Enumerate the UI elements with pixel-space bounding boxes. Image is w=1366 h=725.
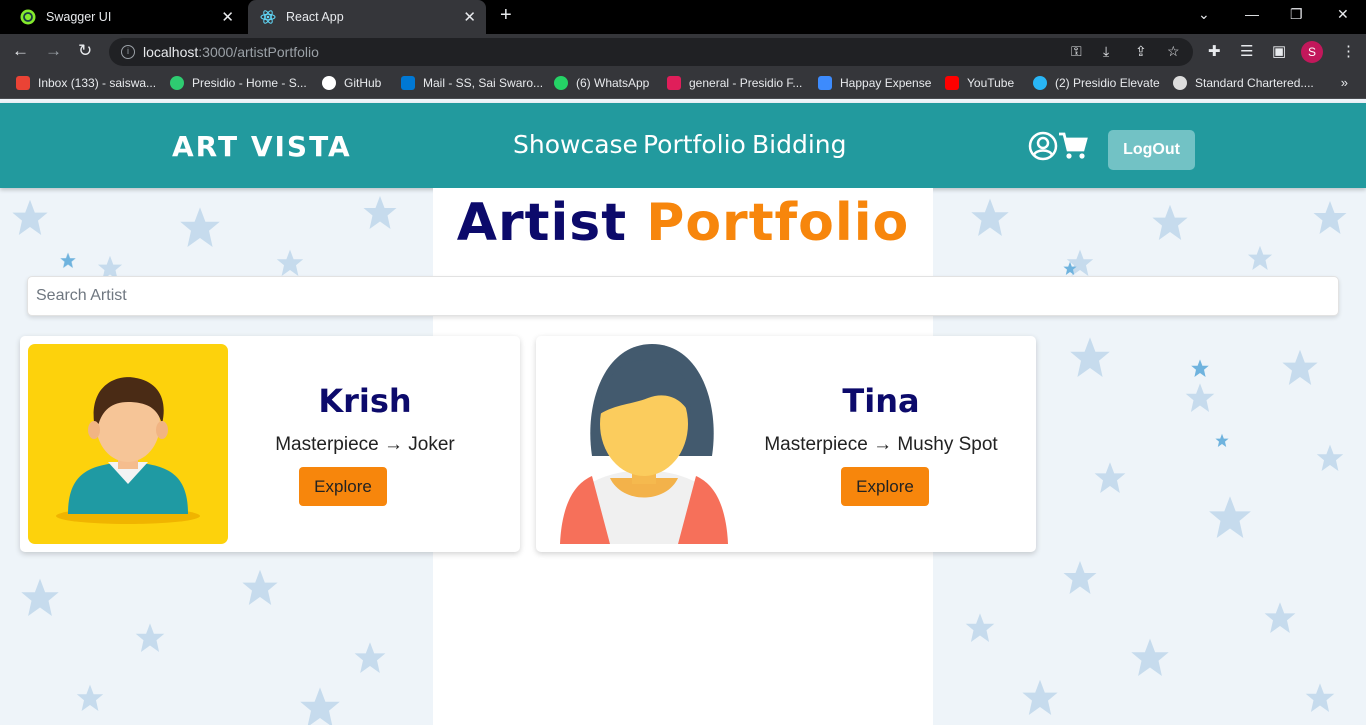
search-artist-input[interactable] — [27, 276, 1339, 316]
bookmark-whatsapp[interactable]: (6) WhatsApp — [554, 76, 649, 90]
artist-masterpiece: Masterpiece → Joker — [275, 434, 455, 455]
reload-icon[interactable]: ↻ — [78, 41, 92, 61]
side-panel-icon[interactable]: ▣ — [1272, 42, 1286, 60]
gmail-icon — [16, 76, 30, 90]
bookmark-slack-general[interactable]: general - Presidio F... — [667, 76, 802, 90]
page-title-portfolio: Portfolio — [646, 193, 910, 253]
user-account-icon[interactable] — [1028, 131, 1058, 161]
back-arrow-icon[interactable]: ← — [12, 41, 29, 61]
swagger-favicon-icon — [20, 9, 36, 25]
github-icon — [322, 76, 336, 90]
browser-toolbar: ← → ↻ i localhost:3000/artistPortfolio ⚿… — [0, 34, 1366, 70]
bookmark-presidio-elevate[interactable]: (2) Presidio Elevate — [1033, 76, 1160, 90]
profile-avatar[interactable]: S — [1301, 41, 1323, 63]
extensions-icon[interactable]: ✚ — [1208, 42, 1221, 60]
key-icon[interactable]: ⚿ — [1071, 43, 1082, 60]
bookmark-inbox[interactable]: Inbox (133) - saiswa... — [16, 76, 156, 90]
whatsapp-icon — [554, 76, 568, 90]
share-icon[interactable]: ⇪ — [1135, 43, 1147, 60]
site-info-icon[interactable]: i — [121, 45, 135, 59]
bookmark-standard-chartered[interactable]: Standard Chartered.... — [1173, 76, 1314, 90]
react-favicon-icon — [260, 10, 276, 24]
url-path: :3000/artistPortfolio — [198, 44, 319, 60]
tab-title: Swagger UI — [46, 10, 112, 24]
bookmark-presidio-home[interactable]: Presidio - Home - S... — [170, 76, 307, 90]
minimize-button[interactable]: — — [1245, 6, 1259, 22]
bookmark-github[interactable]: GitHub — [322, 76, 381, 90]
tab-search-icon[interactable]: ⌄ — [1198, 6, 1210, 23]
forward-arrow-icon[interactable]: → — [45, 41, 62, 61]
install-app-icon[interactable]: ⤓ — [1103, 43, 1109, 60]
nav-showcase[interactable]: Showcase — [513, 130, 638, 159]
youtube-icon — [945, 76, 959, 90]
bookmark-youtube[interactable]: YouTube — [945, 76, 1014, 90]
tab-close-icon[interactable]: ✕ — [463, 8, 476, 26]
page-title: Artist Portfolio — [0, 193, 1366, 253]
tab-swagger-ui[interactable]: Swagger UI ✕ — [8, 0, 244, 34]
tab-title: React App — [286, 10, 344, 24]
app-logo[interactable]: ART VISTA — [172, 130, 352, 163]
explore-button[interactable]: Explore — [299, 467, 387, 506]
reading-list-icon[interactable]: ☰ — [1240, 42, 1253, 60]
explore-button[interactable]: Explore — [841, 467, 929, 506]
globe-icon — [1173, 76, 1187, 90]
new-tab-button[interactable]: + — [500, 4, 512, 27]
tab-close-icon[interactable]: ✕ — [221, 8, 234, 26]
restore-button[interactable]: ❐ — [1290, 6, 1303, 23]
artist-card: Tina Masterpiece → Mushy Spot Explore — [536, 336, 1036, 552]
bookmark-star-icon[interactable]: ☆ — [1167, 43, 1180, 60]
bookmark-happay[interactable]: Happay Expense — [818, 76, 931, 90]
cart-icon[interactable] — [1058, 131, 1088, 161]
page-title-artist: Artist — [456, 193, 628, 253]
bookmarks-bar: Inbox (133) - saiswa... Presidio - Home … — [0, 70, 1366, 99]
presidio-icon — [170, 76, 184, 90]
nav-bidding[interactable]: Bidding — [752, 130, 847, 159]
artist-masterpiece: Masterpiece → Mushy Spot — [764, 434, 998, 455]
outlook-icon — [401, 76, 415, 90]
bookmark-mail[interactable]: Mail - SS, Sai Swaro... — [401, 76, 543, 90]
artist-avatar-krish — [28, 344, 228, 544]
artist-avatar-tina — [544, 344, 744, 544]
slack-icon — [667, 76, 681, 90]
tab-react-app[interactable]: React App ✕ — [248, 0, 486, 34]
artist-name: Krish — [318, 382, 412, 420]
app-header: ART VISTA Showcase Portfolio Bidding Log… — [0, 103, 1366, 188]
close-window-button[interactable]: ✕ — [1337, 6, 1349, 23]
artist-card: Krish Masterpiece → Joker Explore — [20, 336, 520, 552]
browser-tab-strip: Swagger UI ✕ React App ✕ + ⌄ — ❐ ✕ — [0, 0, 1366, 34]
url-host: localhost — [143, 44, 199, 60]
web-page: ART VISTA Showcase Portfolio Bidding Log… — [0, 99, 1366, 725]
logout-button[interactable]: LogOut — [1108, 130, 1195, 170]
happay-icon — [818, 76, 832, 90]
nav-portfolio[interactable]: Portfolio — [643, 130, 746, 159]
artist-name: Tina — [842, 382, 920, 420]
female-avatar-illustration — [544, 344, 744, 544]
address-bar[interactable]: i localhost:3000/artistPortfolio ⚿ ⤓ ⇪ ☆ — [109, 38, 1193, 66]
elevate-icon — [1033, 76, 1047, 90]
more-bookmarks-icon[interactable]: » — [1341, 75, 1348, 90]
menu-dots-icon[interactable]: ⋮ — [1341, 42, 1356, 60]
male-avatar-illustration — [28, 344, 228, 544]
